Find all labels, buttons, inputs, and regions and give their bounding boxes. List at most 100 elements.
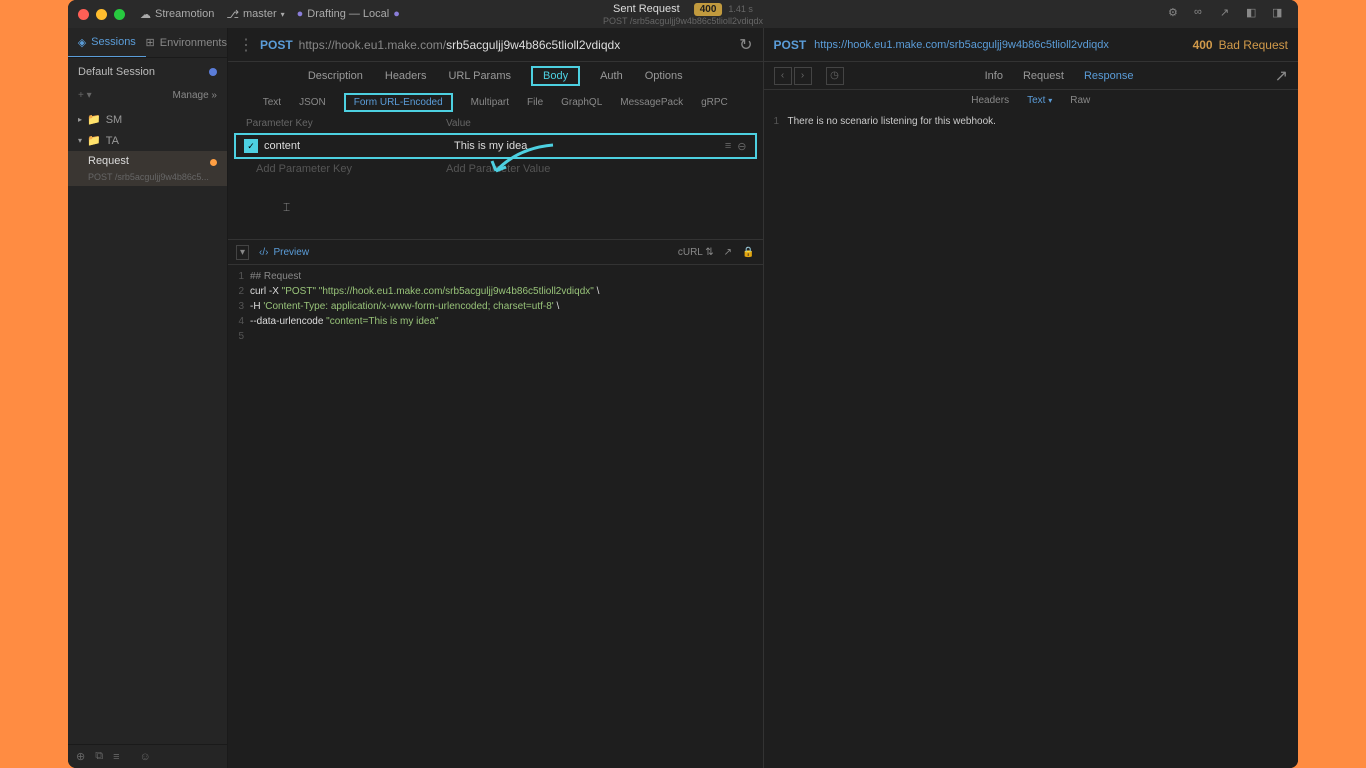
window-subtitle: POST /srb5acguljj9w4b86c5tlioll2vdiqdx [603,16,763,26]
folder-ta[interactable]: ▾ 📁 TA [68,130,227,151]
app-label: ☁ Streamotion [140,8,214,21]
tab-environments[interactable]: ⊞ Environments [146,28,227,57]
bodytype-multipart[interactable]: Multipart [471,97,509,108]
history-nav: ‹ › ◷ Info Request Response ↗ [764,62,1299,90]
export-format-select[interactable]: cURL ⇅ [678,247,714,258]
code-content[interactable]: ## Request curl -X "POST" "https://hook.… [250,269,763,764]
draft-status[interactable]: ● Drafting — Local ● [297,8,400,20]
tab-options[interactable]: Options [643,66,685,86]
resp-method: POST [774,38,807,52]
maximize-window-button[interactable] [114,9,125,20]
titlebar-right: ⚙ ∞ ↗ ◧ ◨ [1168,6,1288,22]
sidebar-tabs: ◈ Sessions ⊞ Environments [68,28,227,58]
footer-copy-icon[interactable]: ⧉ [95,750,103,763]
resp-view-headers[interactable]: Headers [971,95,1009,106]
method-label[interactable]: POST [260,38,293,52]
param-value-placeholder[interactable]: Add Parameter Value [446,163,755,175]
session-indicator-icon [209,68,217,76]
footer-filter-icon[interactable]: ≡ [113,751,119,763]
sidebar-request-item[interactable]: Request POST /srb5acguljj9w4b86c5... [68,151,227,186]
text-cursor-icon: ⌶ [283,200,290,215]
manage-button[interactable]: Manage » [173,90,217,101]
branch-label[interactable]: ⎇ master ▾ [226,8,284,21]
resp-view-text[interactable]: Text ▾ [1027,95,1052,106]
status-badge: 400 [694,3,723,16]
tab-sessions[interactable]: ◈ Sessions [68,28,146,57]
tab-description[interactable]: Description [306,66,365,86]
param-row-content[interactable]: ✓ content This is my idea ≡ ⊖ [234,133,757,159]
titlebar-left: ☁ Streamotion ⎇ master ▾ ● Drafting — Lo… [140,8,400,21]
tab-auth[interactable]: Auth [598,66,625,86]
response-body[interactable]: 1 There is no scenario listening for thi… [764,110,1299,133]
panel-right-icon[interactable]: ◨ [1272,6,1288,22]
request-tabs: Description Headers URL Params Body Auth… [228,62,763,90]
bodytype-file[interactable]: File [527,97,543,108]
sidebar-manage-row: + ▾ Manage » [68,86,227,105]
copy-code-icon[interactable]: ↗ [724,247,732,258]
resp-tab-response[interactable]: Response [1084,70,1134,82]
bodytype-graphql[interactable]: GraphQL [561,97,602,108]
add-button[interactable]: + ▾ [78,90,92,101]
history-clock-icon[interactable]: ◷ [826,67,844,85]
sidebar: ◈ Sessions ⊞ Environments Default Sessio… [68,28,228,768]
send-button[interactable]: ↻ [739,35,752,55]
time-label: 1.41 s [728,4,753,14]
collapse-icon[interactable]: ▾ [236,245,249,260]
tab-body[interactable]: Body [531,66,580,86]
code-preview: 12345 ## Request curl -X "POST" "https:/… [228,265,763,768]
history-forward-button[interactable]: › [794,67,812,85]
folder-sm[interactable]: ▸ 📁 SM [68,109,227,130]
bodytype-text[interactable]: Text [263,97,281,108]
response-tabs: Info Request Response [846,64,1273,88]
request-panel: ⋮ POST https://hook.eu1.make.com/srb5acg… [228,28,764,768]
sidebar-footer: ⊕ ⧉ ≡ ☺ [68,744,227,768]
bodytype-form[interactable]: Form URL-Encoded [344,93,453,112]
window-title: Sent Request [613,3,680,15]
tab-url-params[interactable]: URL Params [446,66,513,86]
link-icon[interactable]: ∞ [1194,6,1210,22]
settings-icon[interactable]: ⚙ [1168,6,1184,22]
response-view-tabs: Headers Text ▾ Raw [764,90,1299,110]
param-key-placeholder[interactable]: Add Parameter Key [256,163,446,175]
close-window-button[interactable] [78,9,89,20]
history-back-button[interactable]: ‹ [774,67,792,85]
share-response-icon[interactable]: ↗ [1275,66,1288,86]
bodytype-grpc[interactable]: gRPC [701,97,728,108]
url-input[interactable]: https://hook.eu1.make.com/srb5acguljj9w4… [299,38,733,52]
resp-view-raw[interactable]: Raw [1070,95,1090,106]
lock-icon[interactable]: 🔒 [742,247,754,258]
bodytype-msgpack[interactable]: MessagePack [620,97,683,108]
window-controls [78,9,125,20]
param-delete-icon[interactable]: ⊖ [737,140,746,153]
export-icon[interactable]: ↗ [1220,6,1236,22]
resp-url: https://hook.eu1.make.com/srb5acguljj9w4… [814,39,1184,51]
footer-add-icon[interactable]: ⊕ [76,750,85,763]
tab-headers[interactable]: Headers [383,66,429,86]
param-key-input[interactable]: content [264,140,454,152]
sidebar-tree: ▸ 📁 SM ▾ 📁 TA Request POST /srb5acguljj9… [68,105,227,190]
session-header[interactable]: Default Session [68,58,227,86]
main-area: ◈ Sessions ⊞ Environments Default Sessio… [68,28,1298,768]
app-window: ☁ Streamotion ⎇ master ▾ ● Drafting — Lo… [68,0,1298,768]
resp-tab-request[interactable]: Request [1023,70,1064,82]
response-urlbar: POST https://hook.eu1.make.com/srb5acgul… [764,28,1299,62]
body-type-tabs: Text JSON Form URL-Encoded Multipart Fil… [228,90,763,114]
preview-button[interactable]: ‹/› Preview [259,247,309,258]
titlebar: ☁ Streamotion ⎇ master ▾ ● Drafting — Lo… [68,0,1298,28]
minimize-window-button[interactable] [96,9,107,20]
response-panel: POST https://hook.eu1.make.com/srb5acgul… [764,28,1299,768]
param-value-input[interactable]: This is my idea [454,140,725,152]
resp-status: 400 Bad Request [1193,38,1288,52]
param-checkbox[interactable]: ✓ [244,139,258,153]
panel-left-icon[interactable]: ◧ [1246,6,1262,22]
bodytype-json[interactable]: JSON [299,97,326,108]
param-header-row: Parameter Key Value [228,114,763,133]
param-row-empty[interactable]: Add Parameter Key Add Parameter Value [228,159,763,179]
request-urlbar: ⋮ POST https://hook.eu1.make.com/srb5acg… [228,28,763,62]
resp-tab-info[interactable]: Info [985,70,1003,82]
code-toolbar: ▾ ‹/› Preview cURL ⇅ ↗ 🔒 [228,239,763,265]
content-split: ⋮ POST https://hook.eu1.make.com/srb5acg… [228,28,1298,768]
param-menu-icon[interactable]: ≡ [725,140,731,153]
footer-smile-icon[interactable]: ☺ [140,751,151,763]
line-gutter: 12345 [228,269,250,764]
